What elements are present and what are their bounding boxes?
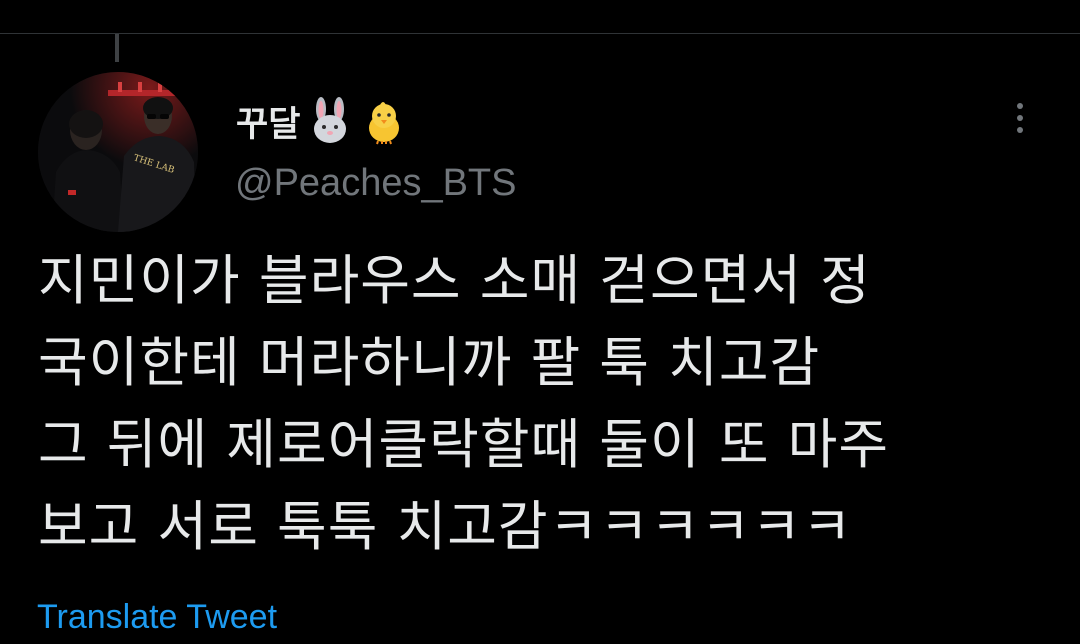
more-options-button[interactable] — [1000, 96, 1040, 140]
tweet-text-line: 국이한테 머라하니까 팔 툭 치고감 — [38, 331, 821, 394]
more-horizontal-icon — [1017, 103, 1023, 109]
avatar-photo: THE LAB — [38, 72, 198, 232]
translate-tweet-link[interactable]: Translate Tweet — [37, 598, 277, 637]
rabbit-face-emoji-icon — [314, 97, 347, 143]
tweet-text-line: 지민이가 블라우스 소매 걷으면서 정 — [38, 249, 871, 312]
baby-chick-emoji-icon — [369, 102, 400, 145]
author-handle[interactable]: @Peaches_BTS — [235, 162, 517, 205]
more-horizontal-icon — [1017, 127, 1023, 133]
tweet-text: 지민이가 블라우스 소매 걷으면서 정 국이한테 머라하니까 팔 툭 치고감 그… — [38, 240, 1048, 568]
thread-connector-line — [115, 34, 119, 62]
avatar[interactable]: THE LAB — [38, 72, 198, 232]
top-divider — [0, 33, 1080, 34]
display-name-text: 꾸달 — [236, 104, 301, 145]
more-horizontal-icon — [1017, 115, 1023, 121]
tweet-text-line: 보고 서로 툭툭 치고감ㅋㅋㅋㅋㅋㅋ — [38, 495, 853, 558]
author-display-name[interactable]: 꾸달 — [236, 96, 408, 146]
tweet-text-line: 그 뒤에 제로어클락할때 둘이 또 마주 — [38, 413, 890, 476]
